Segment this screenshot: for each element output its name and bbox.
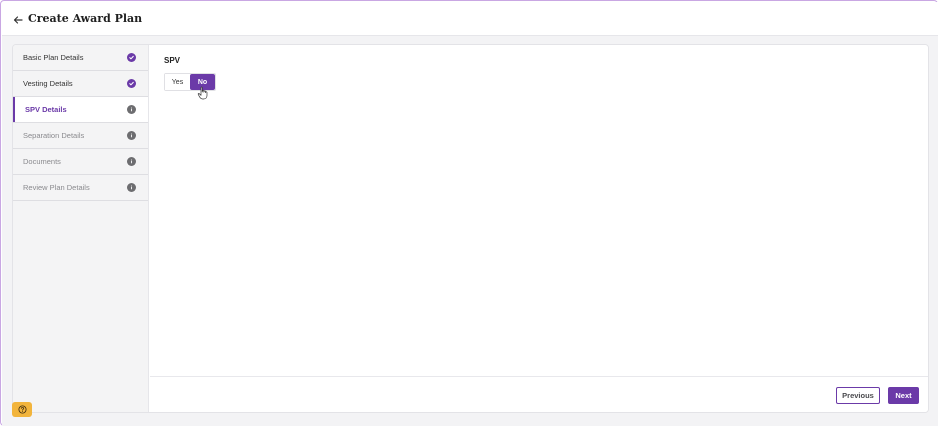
sidebar-step-documents[interactable]: Documents [13,149,148,175]
step-label: Documents [23,157,61,166]
steps-sidebar: Basic Plan Details Vesting Details SPV D… [13,45,149,412]
sidebar-step-spv-details[interactable]: SPV Details [13,97,148,123]
info-circle-icon [127,157,136,166]
page-header: Create Award Plan [2,2,938,36]
check-circle-icon [127,53,136,62]
arrow-left-icon[interactable] [12,13,24,25]
wizard-card: Basic Plan Details Vesting Details SPV D… [12,44,929,413]
sidebar-step-vesting-details[interactable]: Vesting Details [13,71,148,97]
step-label: Vesting Details [23,79,73,88]
step-label: Review Plan Details [23,183,90,192]
body-area: Basic Plan Details Vesting Details SPV D… [2,36,938,426]
help-circle-icon [17,405,27,414]
sidebar-step-review-plan-details[interactable]: Review Plan Details [13,175,148,201]
sidebar-step-separation-details[interactable]: Separation Details [13,123,148,149]
spv-label: SPV [164,56,181,65]
step-label: SPV Details [25,105,67,114]
info-circle-icon [127,105,136,114]
next-button[interactable]: Next [888,387,919,404]
spv-details-panel: SPV Yes No [150,45,928,376]
spv-yes-option[interactable]: Yes [165,74,190,90]
help-button[interactable] [12,402,32,417]
info-circle-icon [127,131,136,140]
step-label: Separation Details [23,131,85,140]
previous-button[interactable]: Previous [836,387,880,404]
wizard-footer: Previous Next [150,376,928,412]
hand-cursor-icon [197,86,209,100]
page-title: Create Award Plan [28,12,143,25]
app-window: Create Award Plan Basic Plan Details Ves… [0,0,938,426]
info-circle-icon [127,183,136,192]
sidebar-step-basic-plan-details[interactable]: Basic Plan Details [13,45,148,71]
check-circle-icon [127,79,136,88]
step-label: Basic Plan Details [23,53,84,62]
